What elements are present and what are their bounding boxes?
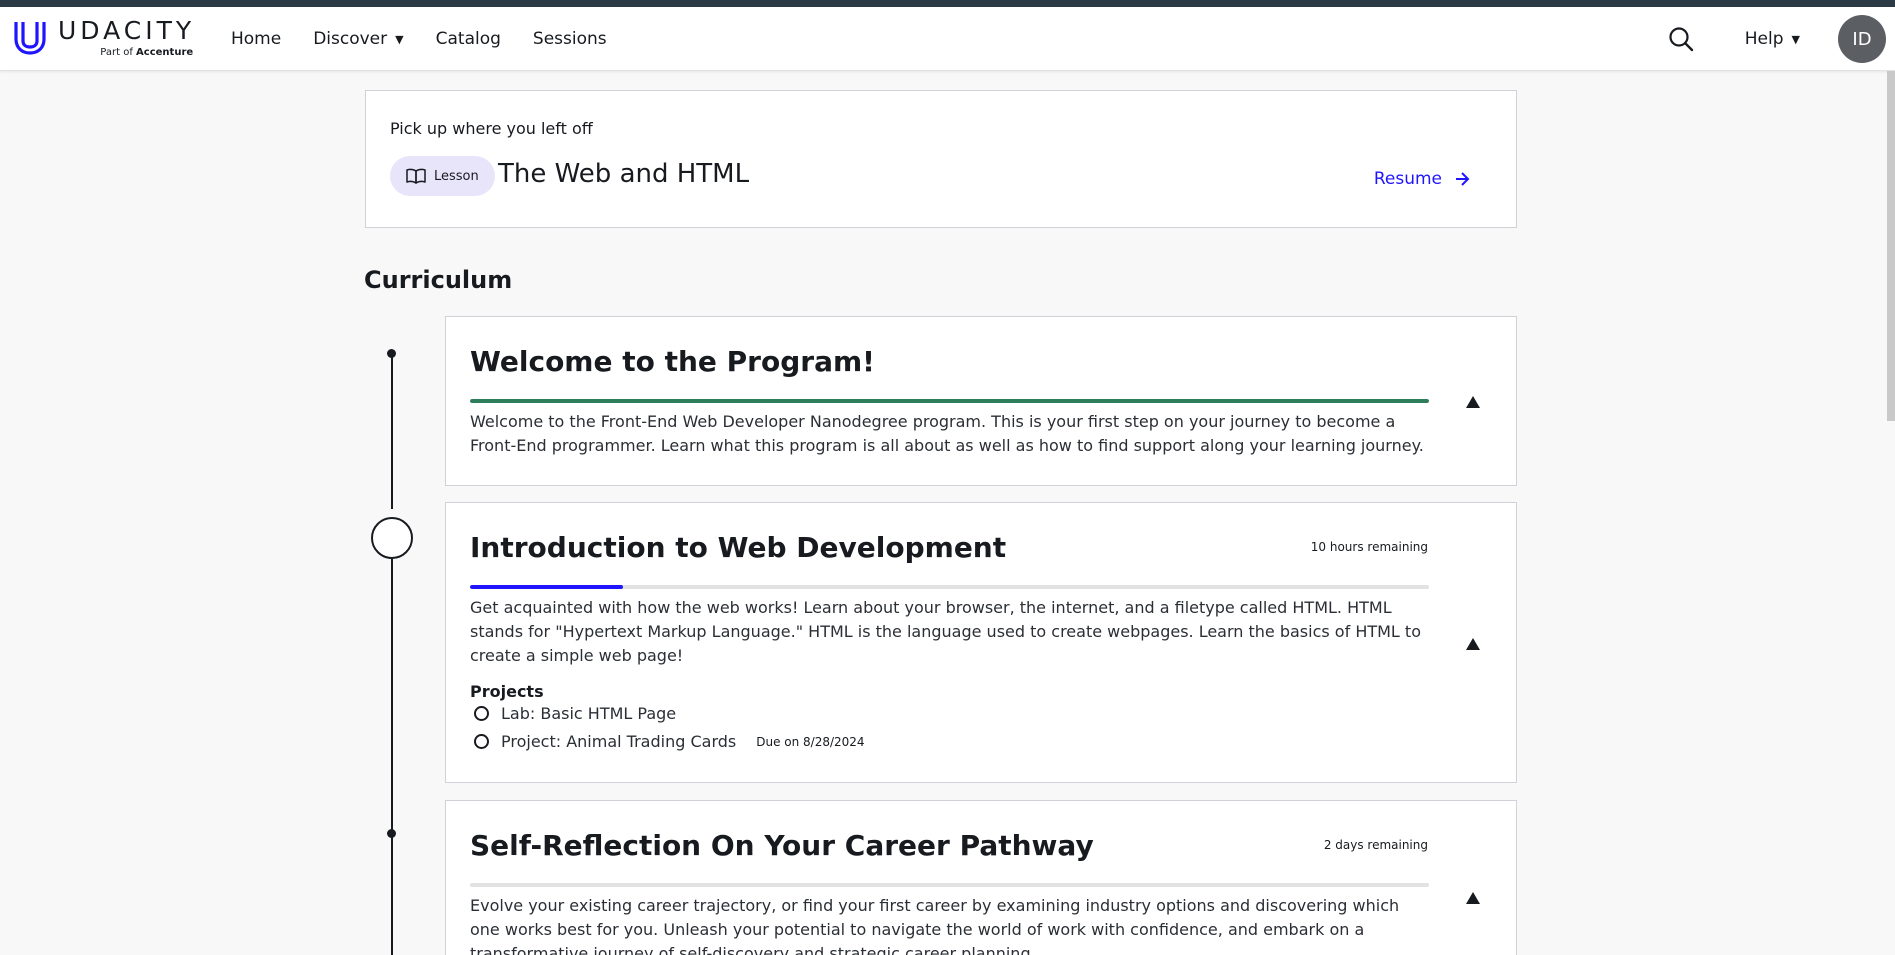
help-menu[interactable]: Help ▼ — [1745, 29, 1800, 49]
main-nav: Home Discover ▼ Catalog Sessions — [231, 7, 639, 71]
lesson-title: Self-Reflection On Your Career Pathway — [470, 829, 1094, 862]
lesson-card-welcome[interactable]: Welcome to the Program! Welcome to the F… — [445, 316, 1517, 486]
lesson-card-self-reflection[interactable]: Self-Reflection On Your Career Pathway 2… — [445, 800, 1517, 955]
nav-home[interactable]: Home — [231, 29, 281, 49]
search-icon[interactable] — [1667, 25, 1695, 53]
incomplete-circle-icon — [474, 734, 489, 749]
lesson-title: Welcome to the Program! — [470, 345, 875, 378]
help-label: Help — [1744, 29, 1784, 49]
curriculum-heading: Curriculum — [364, 266, 513, 294]
collapse-triangle-icon[interactable] — [1466, 396, 1480, 408]
lesson-progress-fill — [470, 585, 624, 589]
book-icon — [406, 168, 426, 184]
resume-lesson-title: The Web and HTML — [498, 159, 750, 189]
brand-sub-prefix: Part of — [100, 47, 133, 58]
lesson-card-intro-web-dev[interactable]: Introduction to Web Development 10 hours… — [445, 502, 1517, 783]
time-remaining: 10 hours remaining — [1310, 540, 1428, 554]
nav-discover[interactable]: Discover ▼ — [313, 29, 403, 49]
arrow-right-icon — [1456, 172, 1470, 186]
resume-heading: Pick up where you left off — [390, 119, 593, 138]
project-item[interactable]: Lab: Basic HTML Page — [474, 704, 676, 723]
lesson-progress-bar — [470, 883, 1429, 887]
resume-button[interactable]: Resume — [1374, 169, 1470, 189]
lesson-description: Evolve your existing career trajectory, … — [470, 896, 1400, 955]
projects-heading: Projects — [470, 682, 544, 701]
caret-down-icon: ▼ — [1791, 32, 1800, 46]
collapse-triangle-icon[interactable] — [1466, 892, 1480, 904]
time-remaining: 2 days remaining — [1323, 838, 1428, 852]
caret-down-icon: ▼ — [395, 32, 404, 46]
lesson-progress-bar — [470, 585, 1429, 589]
nav-home-label: Home — [231, 29, 282, 49]
resume-card: Pick up where you left off Lesson The We… — [365, 90, 1517, 228]
nav-catalog-label: Catalog — [435, 29, 501, 49]
lesson-progress-fill — [470, 399, 1429, 403]
lesson-title: Introduction to Web Development — [470, 531, 1007, 564]
project-item[interactable]: Project: Animal Trading Cards Due on 8/2… — [474, 732, 865, 751]
timeline-line — [391, 559, 393, 955]
brand-sub-name: Accenture — [136, 47, 194, 58]
udacity-logo-icon — [14, 22, 46, 55]
top-accent-strip — [0, 0, 1895, 7]
scrollbar-thumb[interactable] — [1887, 71, 1895, 421]
collapse-triangle-icon[interactable] — [1466, 638, 1480, 650]
lesson-badge: Lesson — [390, 156, 495, 196]
brand-name: UDACITY — [58, 16, 196, 45]
timeline-dot-current — [371, 517, 413, 559]
lesson-badge-label: Lesson — [434, 168, 479, 184]
project-name: Project: Animal Trading Cards — [501, 732, 737, 751]
avatar[interactable]: ID — [1838, 15, 1886, 63]
lesson-description: Welcome to the Front-End Web Developer N… — [470, 412, 1424, 455]
nav-sessions-label: Sessions — [532, 29, 607, 49]
timeline-dot-completed — [387, 349, 396, 358]
project-name: Lab: Basic HTML Page — [501, 704, 677, 723]
resume-button-label: Resume — [1373, 169, 1442, 189]
brand-subtitle: Part of Accenture — [100, 47, 193, 58]
nav-catalog[interactable]: Catalog — [436, 29, 501, 49]
nav-right: Help ▼ ID — [1667, 7, 1895, 71]
project-due-date: Due on 8/28/2024 — [756, 734, 865, 749]
lesson-description: Get acquainted with how the web works! L… — [470, 598, 1421, 665]
timeline-line — [391, 354, 393, 509]
top-navbar: UDACITY Part of Accenture Home Discover ▼… — [0, 7, 1895, 71]
incomplete-circle-icon — [474, 706, 489, 721]
nav-sessions[interactable]: Sessions — [533, 29, 607, 49]
nav-discover-label: Discover — [313, 29, 388, 49]
udacity-logo[interactable]: UDACITY Part of Accenture — [12, 17, 195, 65]
timeline-dot — [387, 829, 396, 838]
lesson-progress-bar — [470, 399, 1429, 403]
